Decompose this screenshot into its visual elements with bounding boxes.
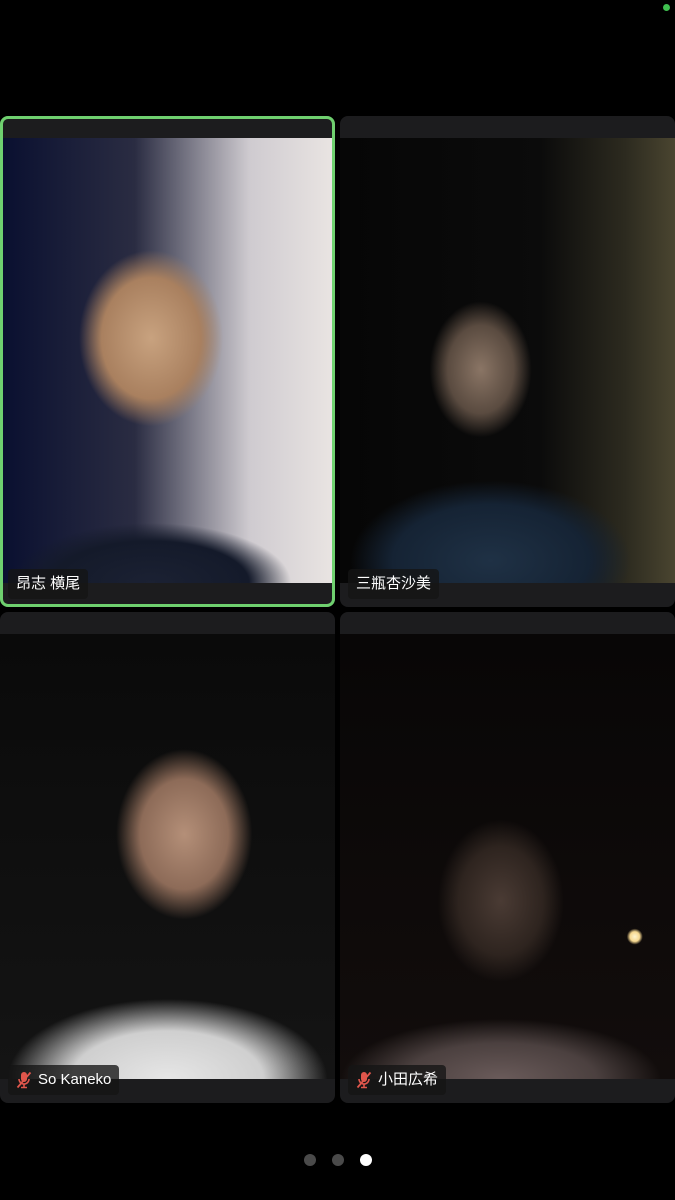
participant-name: 三瓶杏沙美	[356, 575, 432, 592]
page-dot-3[interactable]	[359, 1154, 372, 1166]
participant-video	[3, 138, 332, 583]
participant-video	[340, 138, 675, 583]
participant-name-badge: 昂志 横尾	[8, 569, 89, 599]
participant-name: 昂志 横尾	[16, 575, 81, 592]
participant-name: So Kaneko	[38, 1071, 112, 1088]
participant-tile-1[interactable]: 昂志 横尾	[0, 116, 335, 607]
participant-tile-4[interactable]: 小田広希	[340, 612, 675, 1103]
mic-muted-icon	[16, 1071, 32, 1089]
mic-muted-icon	[356, 1071, 372, 1089]
participant-name-badge: So Kaneko	[8, 1065, 120, 1095]
page-dot-2[interactable]	[331, 1154, 344, 1166]
participant-name-badge: 三瓶杏沙美	[348, 569, 440, 599]
participant-tile-2[interactable]: 三瓶杏沙美	[340, 116, 675, 607]
page-indicator[interactable]	[0, 1154, 675, 1166]
participant-tile-3[interactable]: So Kaneko	[0, 612, 335, 1103]
connection-status-dot	[663, 4, 670, 11]
participant-name-badge: 小田広希	[348, 1065, 447, 1095]
participant-video	[0, 634, 335, 1079]
participant-name: 小田広希	[378, 1071, 439, 1088]
participant-video	[340, 634, 675, 1079]
page-dot-1[interactable]	[303, 1154, 316, 1166]
